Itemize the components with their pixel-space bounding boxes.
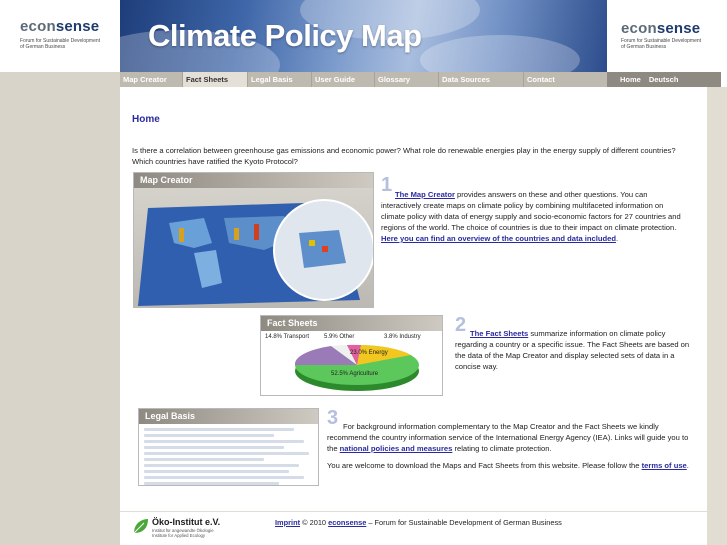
- logo-word: econsense: [621, 20, 700, 37]
- nav-deutsch[interactable]: Deutsch: [649, 72, 679, 87]
- imprint-link[interactable]: Imprint: [275, 518, 300, 527]
- intro-text: Is there a correlation between greenhous…: [132, 146, 676, 166]
- map-creator-image[interactable]: Map Creator: [133, 172, 374, 308]
- logo-subtitle: Forum for Sustainable Development of Ger…: [20, 38, 100, 50]
- oeko-name: Öko-Institut e.V.: [152, 517, 221, 527]
- legal-document-line: [144, 458, 264, 461]
- leaf-icon: [133, 519, 148, 534]
- legal-document-line: [144, 440, 304, 443]
- logo-sub-line: of German Business: [621, 44, 667, 50]
- nav-home[interactable]: Home: [620, 72, 641, 87]
- download-note: You are welcome to download the Maps and…: [327, 460, 692, 471]
- legal-document-line: [144, 482, 279, 485]
- map-bar: [254, 224, 259, 240]
- econsense-logo-left[interactable]: econsense Forum for Sustainable Developm…: [0, 0, 120, 72]
- pie-label-transport: 14.8% Transport: [265, 334, 310, 340]
- countries-overview-link[interactable]: Here you can find an overview of the cou…: [381, 234, 616, 243]
- legal-document-line: [144, 452, 309, 455]
- legal-document-line: [144, 464, 299, 467]
- map-bar: [234, 228, 239, 240]
- banner: Climate Policy Map: [120, 0, 607, 72]
- copyright-text: © 2010: [300, 518, 329, 527]
- logo-sense: sense: [656, 20, 701, 37]
- fact-sheets-link[interactable]: The Fact Sheets: [470, 329, 528, 338]
- page-heading: Home: [132, 114, 160, 125]
- pie-label-energy: 23.0% Energy: [350, 350, 388, 356]
- oeko-sub-line: Institute for Applied Ecology: [152, 533, 206, 538]
- econsense-logo-right[interactable]: econsense Forum for Sustainable Developm…: [607, 0, 727, 72]
- footer-text: Imprint © 2010 econsense – Forum for Sus…: [275, 518, 562, 527]
- oeko-subtitle: Institut für angewandte Ökologie Institu…: [152, 528, 214, 538]
- logo-eco: econ: [621, 20, 657, 37]
- cloud-decoration: [420, 35, 580, 72]
- site-title: Climate Policy Map: [148, 18, 422, 53]
- description-text: .: [616, 234, 619, 243]
- legal-document-line: [144, 434, 274, 437]
- image-title: Map Creator: [134, 173, 373, 188]
- pie-label-other: 5.9% Other: [324, 334, 355, 340]
- image-title: Legal Basis: [139, 409, 318, 424]
- nav-fact-sheets[interactable]: Fact Sheets: [183, 72, 248, 87]
- pie-label-industry: 3.8% Industry: [384, 334, 421, 340]
- terms-of-use-link[interactable]: terms of use: [642, 461, 687, 470]
- map-bar: [179, 228, 184, 242]
- legal-document-line: [144, 470, 289, 473]
- logo-word: econsense: [20, 18, 99, 35]
- world-map-illustration: [138, 199, 373, 306]
- map-creator-link[interactable]: The Map Creator: [395, 190, 455, 199]
- logo-sense: sense: [55, 18, 100, 35]
- fact-sheets-description: The Fact Sheets summarize information on…: [455, 328, 690, 372]
- national-policies-link[interactable]: national policies and measures: [340, 444, 453, 453]
- fact-sheets-image[interactable]: Fact Sheets 14.8% Transport 5.9% Other 3…: [260, 315, 443, 396]
- nav-legal-basis[interactable]: Legal Basis: [248, 72, 312, 87]
- map-zoom-country: [322, 246, 328, 252]
- nav-data-sources[interactable]: Data Sources: [439, 72, 524, 87]
- description-text: You are welcome to download the Maps and…: [327, 461, 642, 470]
- nav-user-guide[interactable]: User Guide: [312, 72, 375, 87]
- description-text: .: [686, 461, 689, 470]
- logo-eco: econ: [20, 18, 56, 35]
- nav-contact[interactable]: Contact: [524, 72, 607, 87]
- nav-map-creator[interactable]: Map Creator: [120, 72, 183, 87]
- legal-basis-image[interactable]: Legal Basis: [138, 408, 319, 486]
- nav-glossary[interactable]: Glossary: [375, 72, 439, 87]
- legal-document-line: [144, 428, 294, 431]
- left-rail: [0, 72, 120, 545]
- econsense-link[interactable]: econsense: [328, 518, 366, 527]
- footer-rest-text: – Forum for Sustainable Development of G…: [366, 518, 562, 527]
- legal-basis-description: For background information complementary…: [327, 421, 692, 454]
- nav-right: Home Deutsch: [607, 72, 721, 87]
- legal-document-line: [144, 446, 284, 449]
- logo-subtitle: Forum for Sustainable Development of Ger…: [621, 38, 701, 50]
- image-title: Fact Sheets: [261, 316, 442, 331]
- pie-chart-illustration: [294, 344, 419, 391]
- pie-label-agriculture: 52.5% Agriculture: [331, 371, 379, 377]
- map-creator-description: The Map Creator provides answers on thes…: [381, 189, 687, 244]
- description-text: relating to climate protection.: [452, 444, 552, 453]
- map-zoom-country: [309, 240, 315, 246]
- right-rail: [707, 87, 727, 545]
- logo-sub-line: of German Business: [20, 44, 66, 50]
- legal-document-line: [144, 476, 304, 479]
